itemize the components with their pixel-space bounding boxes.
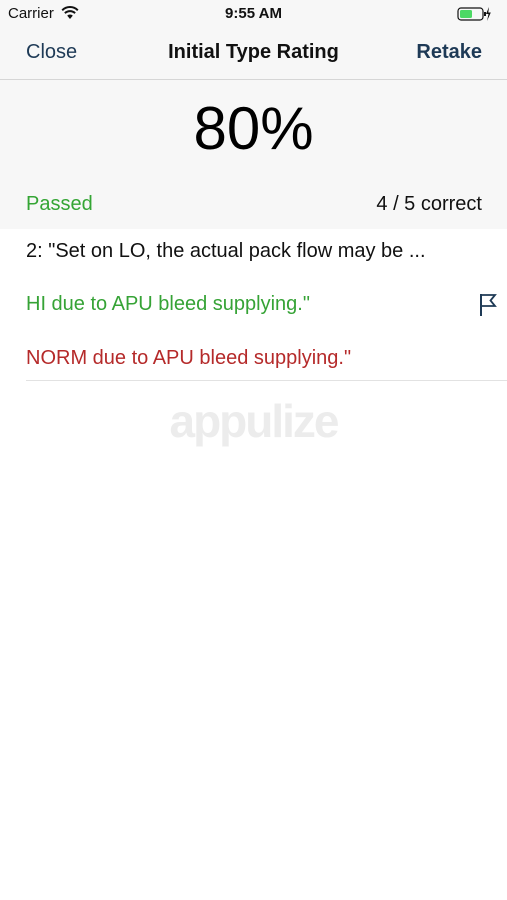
close-button[interactable]: Close: [26, 41, 77, 64]
pass-status: Passed: [26, 193, 93, 215]
question-result-row[interactable]: 2: "Set on LO, the actual pack flow may …: [0, 229, 507, 381]
battery-charging-icon: [457, 7, 491, 21]
score-summary: 80% Passed 4 / 5 correct: [0, 80, 507, 229]
watermark-logo: appulize: [169, 395, 339, 447]
status-time: 9:55 AM: [225, 5, 282, 22]
status-bar: Carrier 9:55 AM: [0, 0, 507, 28]
correct-answer: HI due to APU bleed supplying.": [26, 293, 310, 315]
question-text: 2: "Set on LO, the actual pack flow may …: [26, 240, 426, 262]
row-divider: [26, 380, 507, 381]
score-percentage: 80%: [193, 95, 314, 162]
retake-button[interactable]: Retake: [416, 41, 482, 64]
flag-icon[interactable]: [478, 293, 498, 317]
navigation-bar: Close Initial Type Rating Retake: [0, 28, 507, 80]
correct-count: 4 / 5 correct: [376, 193, 482, 215]
selected-wrong-answer: NORM due to APU bleed supplying.": [26, 347, 352, 369]
